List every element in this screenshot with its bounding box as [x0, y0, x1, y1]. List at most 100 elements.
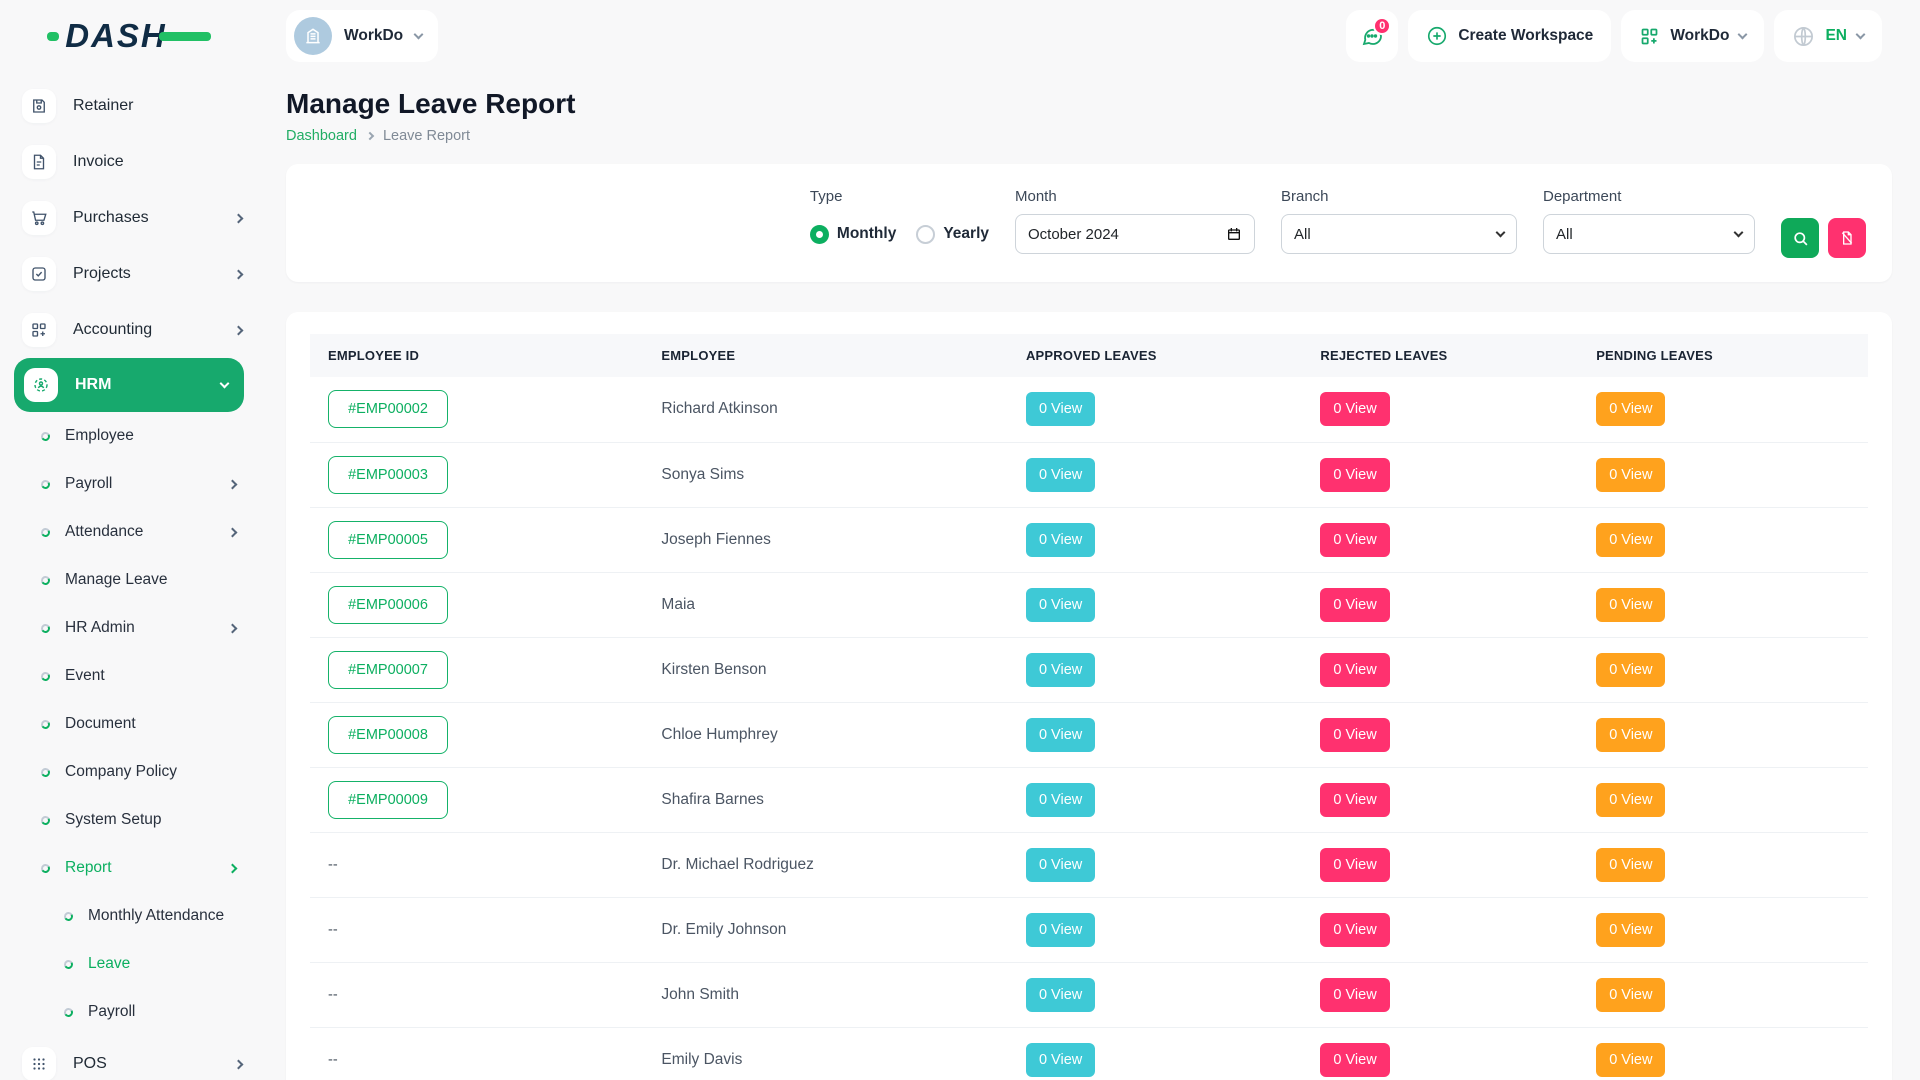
sidebar-item-attendance[interactable]: Attendance: [0, 508, 258, 556]
pending-leaves-badge[interactable]: 0 View: [1596, 783, 1665, 817]
breadcrumb-separator-icon: [366, 132, 374, 140]
employee-id[interactable]: #EMP00002: [328, 390, 448, 428]
approved-leaves-badge[interactable]: 0 View: [1026, 458, 1095, 492]
file-icon: [22, 145, 56, 179]
employee-id[interactable]: --: [328, 857, 338, 873]
department-select[interactable]: All: [1543, 214, 1755, 254]
sidebar-item-label: Accounting: [73, 321, 152, 339]
employee-id[interactable]: #EMP00009: [328, 781, 448, 819]
pending-leaves-badge[interactable]: 0 View: [1596, 653, 1665, 687]
breadcrumb-dashboard-link[interactable]: Dashboard: [286, 128, 357, 144]
sidebar-item-report[interactable]: Report: [0, 844, 258, 892]
pending-leaves-badge[interactable]: 0 View: [1596, 588, 1665, 622]
branch-label: Branch: [1281, 188, 1517, 205]
messages-count-badge: 0: [1373, 17, 1391, 35]
approved-leaves-badge[interactable]: 0 View: [1026, 848, 1095, 882]
employee-id[interactable]: #EMP00003: [328, 456, 448, 494]
chevron-right-icon: [234, 213, 244, 223]
sidebar-item-retainer[interactable]: Retainer: [0, 78, 258, 134]
bullet-icon: [63, 1006, 74, 1017]
sidebar-item-employee[interactable]: Employee: [0, 412, 258, 460]
table-row: -- Dr. Michael Rodriguez 0 View 0 View 0…: [310, 832, 1868, 897]
check-square-icon: [22, 257, 56, 291]
branch-select[interactable]: All: [1281, 214, 1517, 254]
sidebar-item-label: HR Admin: [65, 619, 135, 637]
rejected-leaves-badge[interactable]: 0 View: [1320, 523, 1389, 557]
approved-leaves-badge[interactable]: 0 View: [1026, 588, 1095, 622]
sidebar-item-pos[interactable]: POS: [0, 1036, 258, 1080]
bullet-icon: [40, 718, 51, 729]
rejected-leaves-badge[interactable]: 0 View: [1320, 458, 1389, 492]
employee-id[interactable]: --: [328, 922, 338, 938]
col-pending-leaves: PENDING LEAVES: [1578, 334, 1868, 377]
app-root: DASH WorkDo: [0, 0, 1920, 1080]
sidebar-item-hrm[interactable]: HRM: [14, 358, 244, 412]
rejected-leaves-badge[interactable]: 0 View: [1320, 848, 1389, 882]
workspace-menu-button[interactable]: WorkDo: [1621, 10, 1764, 62]
approved-leaves-badge[interactable]: 0 View: [1026, 718, 1095, 752]
sidebar-item-payroll[interactable]: Payroll: [0, 988, 258, 1036]
rejected-leaves-badge[interactable]: 0 View: [1320, 783, 1389, 817]
sidebar-item-payroll[interactable]: Payroll: [0, 460, 258, 508]
chevron-down-icon: [1856, 30, 1866, 40]
sidebar-item-leave[interactable]: Leave: [0, 940, 258, 988]
employee-id[interactable]: #EMP00006: [328, 586, 448, 624]
sidebar-item-invoice[interactable]: Invoice: [0, 134, 258, 190]
sidebar-item-projects[interactable]: Projects: [0, 246, 258, 302]
pending-leaves-badge[interactable]: 0 View: [1596, 913, 1665, 947]
language-selector[interactable]: EN: [1774, 10, 1882, 62]
filter-actions: [1781, 218, 1866, 258]
sidebar-item-hr-admin[interactable]: HR Admin: [0, 604, 258, 652]
dash-logo[interactable]: DASH: [47, 17, 211, 55]
pending-leaves-badge[interactable]: 0 View: [1596, 1043, 1665, 1077]
pending-leaves-badge[interactable]: 0 View: [1596, 458, 1665, 492]
sidebar-item-purchases[interactable]: Purchases: [0, 190, 258, 246]
messages-button[interactable]: 0: [1346, 10, 1398, 62]
approved-leaves-badge[interactable]: 0 View: [1026, 392, 1095, 426]
employee-id[interactable]: --: [328, 987, 338, 1003]
rejected-leaves-badge[interactable]: 0 View: [1320, 978, 1389, 1012]
sidebar-item-accounting[interactable]: Accounting: [0, 302, 258, 358]
sidebar-item-company-policy[interactable]: Company Policy: [0, 748, 258, 796]
sidebar-item-monthly-attendance[interactable]: Monthly Attendance: [0, 892, 258, 940]
sidebar-item-document[interactable]: Document: [0, 700, 258, 748]
rejected-leaves-badge[interactable]: 0 View: [1320, 718, 1389, 752]
rejected-leaves-badge[interactable]: 0 View: [1320, 653, 1389, 687]
pending-leaves-badge[interactable]: 0 View: [1596, 978, 1665, 1012]
employee-id[interactable]: #EMP00008: [328, 716, 448, 754]
logo-zone: DASH: [0, 17, 258, 55]
radio-checked-icon[interactable]: [810, 225, 829, 244]
workspace-selector[interactable]: WorkDo: [286, 10, 438, 62]
pending-leaves-badge[interactable]: 0 View: [1596, 848, 1665, 882]
pending-leaves-badge[interactable]: 0 View: [1596, 718, 1665, 752]
employee-id[interactable]: --: [328, 1052, 338, 1068]
radio-unchecked-icon[interactable]: [916, 225, 935, 244]
pending-leaves-badge[interactable]: 0 View: [1596, 392, 1665, 426]
sidebar-item-manage-leave[interactable]: Manage Leave: [0, 556, 258, 604]
rejected-leaves-badge[interactable]: 0 View: [1320, 1043, 1389, 1077]
department-filter-group: Department All: [1543, 188, 1755, 254]
type-monthly-option[interactable]: Monthly: [810, 225, 896, 244]
approved-leaves-badge[interactable]: 0 View: [1026, 523, 1095, 557]
employee-id[interactable]: #EMP00005: [328, 521, 448, 559]
bullet-icon: [40, 814, 51, 825]
reset-button[interactable]: [1828, 218, 1866, 258]
approved-leaves-badge[interactable]: 0 View: [1026, 913, 1095, 947]
rejected-leaves-badge[interactable]: 0 View: [1320, 588, 1389, 622]
type-yearly-option[interactable]: Yearly: [916, 225, 989, 244]
month-input[interactable]: October 2024: [1015, 214, 1255, 254]
pending-leaves-badge[interactable]: 0 View: [1596, 523, 1665, 557]
rejected-leaves-badge[interactable]: 0 View: [1320, 392, 1389, 426]
employee-id[interactable]: #EMP00007: [328, 651, 448, 689]
sidebar-item-event[interactable]: Event: [0, 652, 258, 700]
approved-leaves-badge[interactable]: 0 View: [1026, 653, 1095, 687]
approved-leaves-badge[interactable]: 0 View: [1026, 978, 1095, 1012]
rejected-leaves-badge[interactable]: 0 View: [1320, 913, 1389, 947]
approved-leaves-badge[interactable]: 0 View: [1026, 783, 1095, 817]
employee-name: Dr. Emily Johnson: [661, 921, 786, 938]
col-rejected-leaves: REJECTED LEAVES: [1302, 334, 1578, 377]
create-workspace-button[interactable]: Create Workspace: [1408, 10, 1611, 62]
search-button[interactable]: [1781, 218, 1819, 258]
sidebar-item-system-setup[interactable]: System Setup: [0, 796, 258, 844]
approved-leaves-badge[interactable]: 0 View: [1026, 1043, 1095, 1077]
